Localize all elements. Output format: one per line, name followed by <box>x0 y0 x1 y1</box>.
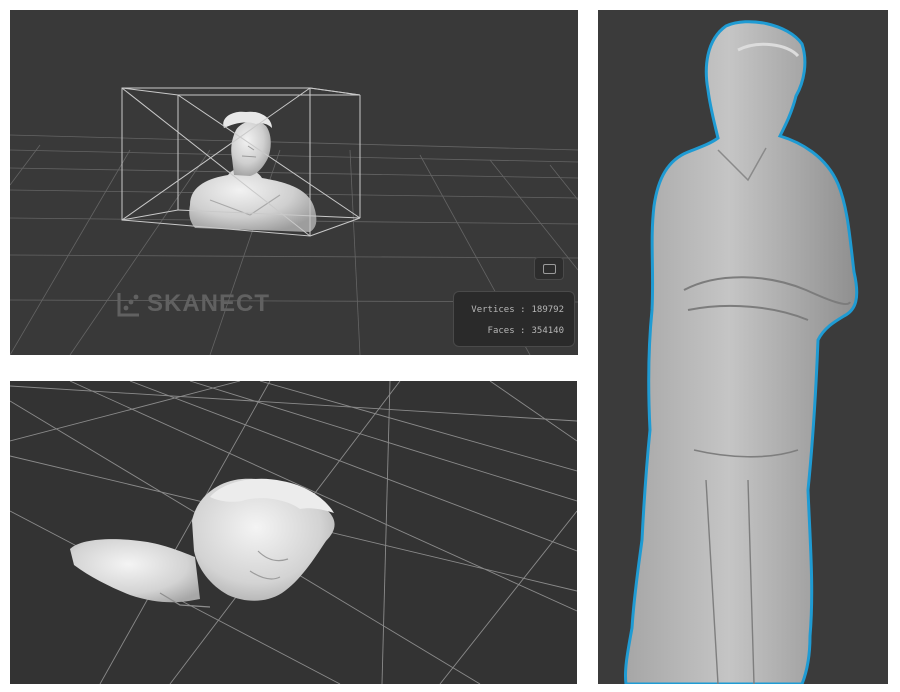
faces-label: Faces : <box>487 326 526 336</box>
vertices-stat: Vertices : 189792 <box>471 305 564 315</box>
faces-stat: Faces : 354140 <box>488 326 564 336</box>
selection-outline <box>624 20 859 684</box>
mesh-stats-panel: Vertices : 189792 Faces : 354140 <box>453 291 575 347</box>
scanned-person <box>624 20 859 684</box>
vertices-value: 189792 <box>531 305 564 315</box>
scanned-head-closeup <box>70 478 335 608</box>
skanect-logo-text: SKANECT <box>147 290 271 317</box>
skanect-logo: SKANECT <box>117 290 270 318</box>
full-body-scene <box>624 20 859 684</box>
frame-icon <box>542 263 556 274</box>
faces-value: 354140 <box>531 326 564 336</box>
vertices-label: Vertices : <box>471 305 526 315</box>
closeup-viewport[interactable] <box>10 381 577 684</box>
view-frame-button[interactable] <box>534 257 564 280</box>
skanect-viewport[interactable]: SKANECT Vertices : 189792 Faces : 354140 <box>10 10 578 355</box>
full-body-scan-view[interactable] <box>598 10 888 684</box>
closeup-scene <box>10 381 577 684</box>
skanect-logo-mark-icon <box>117 291 141 317</box>
